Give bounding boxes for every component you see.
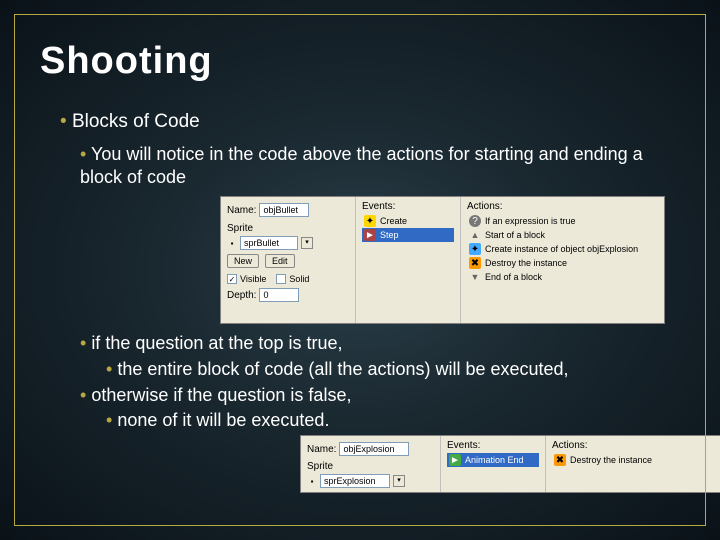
name-label: Name: — [307, 444, 336, 455]
action-if[interactable]: ? If an expression is true — [467, 214, 658, 228]
action-label: End of a block — [485, 272, 542, 282]
bullet-list: Blocks of Code You will notice in the co… — [40, 111, 680, 493]
step-icon: ► — [364, 229, 376, 241]
sprite-thumb-icon: ▪ — [307, 476, 317, 486]
events-col: Events: ✦ Create ► Step — [356, 197, 461, 323]
event-step[interactable]: ► Step — [362, 228, 454, 242]
depth-label: Depth: — [227, 290, 256, 301]
name-input[interactable]: objBullet — [259, 203, 309, 217]
bullet-level3: the entire block of code (all the action… — [40, 359, 680, 380]
sprite-label: Sprite — [227, 223, 253, 234]
dropdown-icon[interactable]: ▾ — [301, 237, 313, 249]
visible-label: Visible — [240, 274, 266, 284]
action-destroy[interactable]: ✖ Destroy the instance — [552, 453, 720, 467]
actions-header: Actions: — [467, 201, 658, 212]
slide-title: Shooting — [40, 40, 680, 83]
trash-icon: ✖ — [469, 257, 481, 269]
bullet-level2: if the question at the top is true, — [40, 332, 680, 355]
lightbulb-icon: ✦ — [364, 215, 376, 227]
sprite-select[interactable]: sprBullet — [240, 236, 298, 250]
animation-end-icon: ► — [449, 454, 461, 466]
events-header: Events: — [447, 440, 539, 451]
event-animation-end[interactable]: ► Animation End — [447, 453, 539, 467]
bullet-level2: otherwise if the question is false, — [40, 384, 680, 407]
triangle-up-icon: ▲ — [469, 229, 481, 241]
trash-icon: ✖ — [554, 454, 566, 466]
slide-content: Shooting Blocks of Code You will notice … — [0, 0, 720, 493]
new-button[interactable]: New — [227, 254, 259, 268]
create-icon: ✦ — [469, 243, 481, 255]
left-col: Name: objBullet Sprite ▪ sprBullet ▾ New… — [221, 197, 356, 323]
event-create[interactable]: ✦ Create — [362, 214, 454, 228]
name-label: Name: — [227, 205, 256, 216]
bullet-level1: Blocks of Code — [40, 111, 680, 133]
action-block-end[interactable]: ▼ End of a block — [467, 270, 658, 284]
action-label: Destroy the instance — [485, 258, 567, 268]
solid-checkbox[interactable] — [276, 274, 286, 284]
actions-col: Actions: ? If an expression is true ▲ Star… — [461, 197, 664, 323]
event-label: Animation End — [465, 455, 524, 465]
question-icon: ? — [469, 215, 481, 227]
action-create-instance[interactable]: ✦ Create instance of object objExplosion — [467, 242, 658, 256]
sprite-thumb-icon: ▪ — [227, 238, 237, 248]
object-properties-panel-2: Name: objExplosion Sprite ▪ sprExplosion… — [300, 435, 720, 493]
name-input[interactable]: objExplosion — [339, 442, 409, 456]
action-label: If an expression is true — [485, 216, 576, 226]
left-col: Name: objExplosion Sprite ▪ sprExplosion… — [301, 436, 441, 492]
events-col: Events: ► Animation End — [441, 436, 546, 492]
event-label: Step — [380, 230, 399, 240]
triangle-down-icon: ▼ — [469, 271, 481, 283]
solid-label: Solid — [289, 274, 309, 284]
event-label: Create — [380, 216, 407, 226]
actions-header: Actions: — [552, 440, 720, 451]
depth-input[interactable]: 0 — [259, 288, 299, 302]
action-label: Create instance of object objExplosion — [485, 244, 638, 254]
object-properties-panel: Name: objBullet Sprite ▪ sprBullet ▾ New… — [220, 196, 665, 324]
actions-col: Actions: ✖ Destroy the instance — [546, 436, 720, 492]
dropdown-icon[interactable]: ▾ — [393, 475, 405, 487]
edit-button[interactable]: Edit — [265, 254, 295, 268]
events-header: Events: — [362, 201, 454, 212]
action-label: Start of a block — [485, 230, 545, 240]
bullet-level2: You will notice in the code above the ac… — [40, 143, 680, 188]
sprite-label: Sprite — [307, 461, 333, 472]
action-destroy[interactable]: ✖ Destroy the instance — [467, 256, 658, 270]
action-label: Destroy the instance — [570, 455, 652, 465]
bullet-level3: none of it will be executed. — [40, 410, 680, 431]
visible-checkbox[interactable]: ✓ — [227, 274, 237, 284]
sprite-select[interactable]: sprExplosion — [320, 474, 390, 488]
action-block-start[interactable]: ▲ Start of a block — [467, 228, 658, 242]
